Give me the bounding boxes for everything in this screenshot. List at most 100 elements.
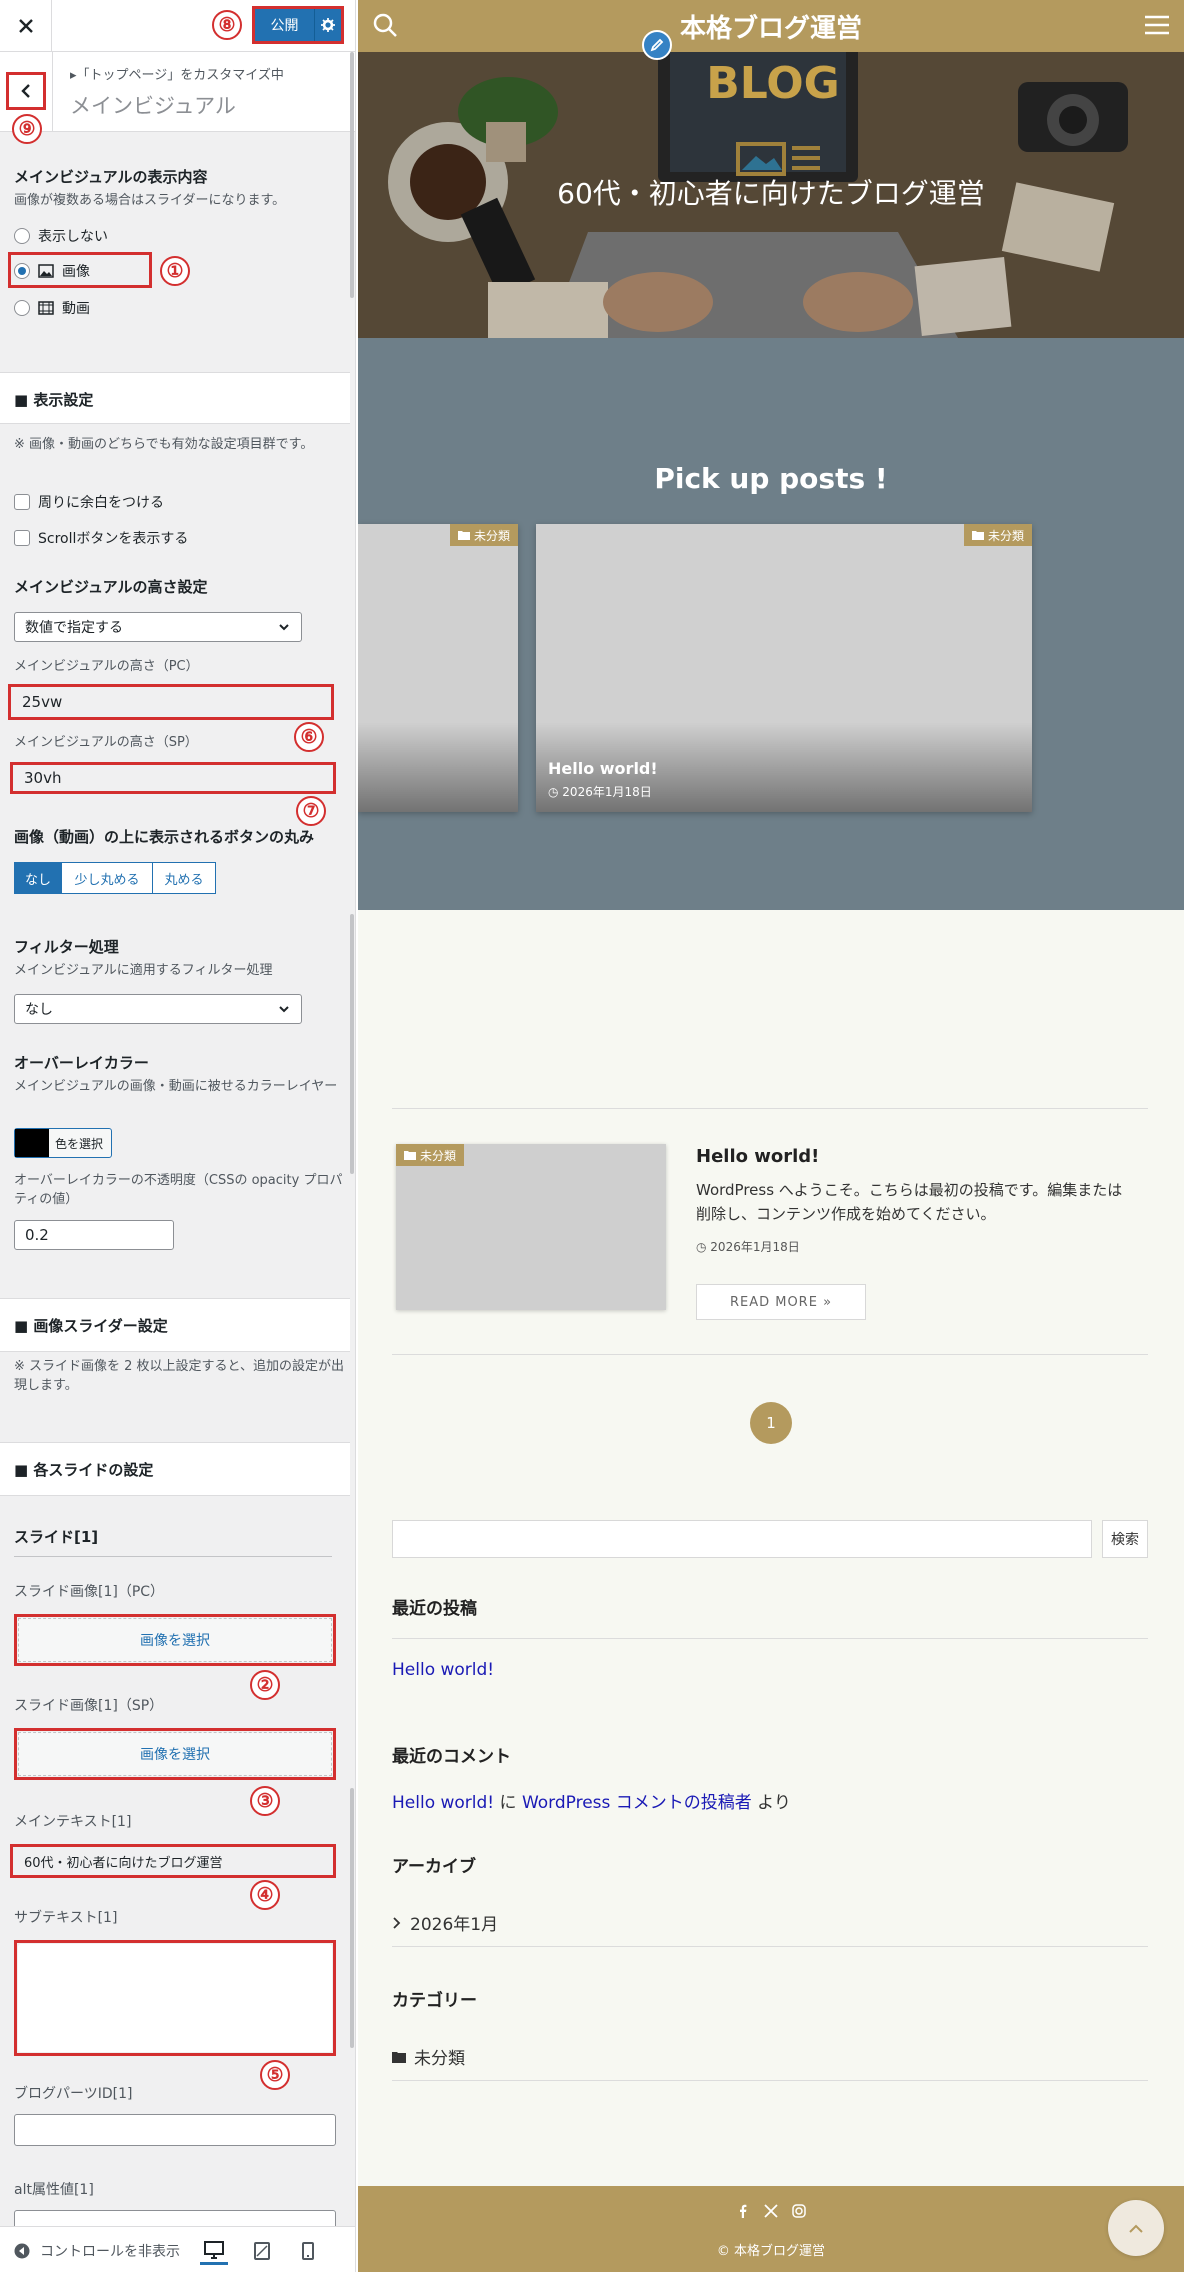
filter-label: フィルター処理	[14, 938, 119, 956]
radio-button[interactable]	[14, 300, 30, 316]
radio-image[interactable]: 画像	[14, 261, 90, 281]
pagination-page-1[interactable]: 1	[750, 1402, 792, 1444]
color-swatch[interactable]	[15, 1129, 49, 1157]
video-icon	[38, 301, 54, 315]
main-text-input[interactable]: 60代・初心者に向けたブログ運営	[14, 1848, 332, 1874]
post-thumbnail[interactable]: 未分類	[396, 1144, 666, 1310]
category-label: 未分類	[987, 528, 1024, 543]
display-content-label: メインビジュアルの表示内容	[14, 168, 208, 186]
site-title[interactable]: 本格ブログ運営	[358, 0, 1184, 52]
recent-comment-item: Hello world! に WordPress コメントの投稿者 より	[392, 1788, 791, 1813]
categories-heading: カテゴリー	[392, 1991, 477, 2011]
card-date-text: 2026年1月18日	[562, 785, 652, 799]
radius-slight-button[interactable]: 少し丸める	[61, 862, 153, 894]
hamburger-menu-icon[interactable]	[1144, 14, 1170, 36]
main-text-label: メインテキスト[1]	[14, 1814, 132, 1830]
back-button[interactable]	[6, 72, 46, 110]
panel-header: ⑧ 公開	[0, 0, 355, 52]
select-image-sp-button[interactable]: 画像を選択	[18, 1732, 332, 1776]
pickup-card[interactable]: 未分類 Hello world! ◷ 2026年1月18日	[536, 524, 1032, 812]
scrollbar-thumb[interactable]	[350, 52, 354, 298]
scrollbar-thumb[interactable]	[350, 914, 354, 1174]
chevron-right-icon	[393, 1916, 401, 1929]
publish-highlight: 公開	[252, 6, 344, 44]
slide-title-divider	[14, 1556, 332, 1557]
parts-id-input[interactable]	[14, 2114, 336, 2146]
post-date: ◷ 2026年1月18日	[696, 1238, 800, 1255]
checkbox[interactable]	[14, 494, 30, 510]
instagram-icon[interactable]	[792, 2204, 806, 2218]
overlay-opacity-input[interactable]: 0.2	[14, 1220, 174, 1250]
pickup-section: Pick up posts ! 未分類 未分類 Hello world! ◷ 2…	[358, 338, 1184, 910]
group-heading-text: ■ 各スライドの設定	[14, 1461, 154, 1479]
read-more-button[interactable]: READ MORE »	[696, 1284, 866, 1320]
close-customizer-button[interactable]	[0, 0, 52, 52]
display-settings-note: ※ 画像・動画のどちらでも有効な設定項目群です。	[14, 437, 314, 452]
divider	[392, 1108, 1148, 1109]
back-to-top-button[interactable]	[1108, 2200, 1164, 2256]
radius-none-button[interactable]: なし	[14, 862, 62, 894]
checkbox-margin[interactable]: 周りに余白をつける	[14, 492, 164, 512]
height-mode-select[interactable]: 数値で指定する	[14, 612, 302, 642]
annotation-badge-3: ③	[250, 1786, 280, 1816]
divider	[392, 1946, 1148, 1947]
mobile-preview-button[interactable]	[294, 2237, 322, 2265]
select-image-pc-button[interactable]: 画像を選択	[18, 1618, 332, 1662]
button-radius-segmented: なし 少し丸める 丸める	[14, 862, 216, 894]
widget-search-button[interactable]: 検索	[1102, 1520, 1148, 1558]
clock-icon: ◷	[548, 785, 563, 799]
panel-footer: コントロールを非表示	[0, 2226, 355, 2272]
category-badge: 未分類	[396, 1144, 465, 1166]
publish-settings-button[interactable]	[315, 9, 341, 41]
folder-icon	[971, 531, 984, 540]
chevron-down-icon	[279, 1006, 289, 1013]
pickup-card[interactable]: 未分類	[358, 524, 518, 812]
filter-select[interactable]: なし	[14, 994, 302, 1024]
height-pc-input[interactable]: 25vw	[12, 688, 328, 716]
scrollbar-thumb[interactable]	[350, 1788, 354, 2048]
category-item-label: 未分類	[414, 2049, 465, 2069]
comment-post-link[interactable]: Hello world!	[392, 1793, 494, 1813]
collapse-controls-button[interactable]: コントロールを非表示	[14, 2241, 180, 2261]
x-icon[interactable]	[764, 2204, 778, 2218]
category-label: 未分類	[420, 1148, 457, 1163]
overlay-color-picker[interactable]: 色を選択	[14, 1128, 112, 1158]
desktop-preview-button[interactable]	[200, 2237, 228, 2265]
publish-button[interactable]: 公開	[255, 9, 315, 41]
checkbox-scroll[interactable]: Scrollボタンを表示する	[14, 528, 188, 548]
checkbox[interactable]	[14, 530, 30, 546]
alt-label: alt属性値[1]	[14, 2182, 94, 2198]
radio-label: 表示しない	[38, 229, 108, 245]
annotation-badge-8: ⑧	[212, 10, 242, 40]
sub-text-textarea[interactable]	[18, 1944, 332, 2052]
post-title[interactable]: Hello world!	[696, 1146, 819, 1167]
archive-label: 2026年1月	[410, 1915, 499, 1935]
facebook-icon[interactable]	[736, 2204, 750, 2218]
collapse-label: コントロールを非表示	[40, 2244, 180, 2260]
comment-author-link[interactable]: WordPress コメントの投稿者	[522, 1793, 752, 1813]
slider-note: ※ スライド画像を 2 枚以上設定すると、追加の設定が出現します。	[14, 1359, 345, 1393]
radius-round-button[interactable]: 丸める	[152, 862, 216, 894]
recent-posts-heading: 最近の投稿	[392, 1599, 477, 1619]
radio-button[interactable]	[14, 228, 30, 244]
customizing-label: ▸「トップページ」をカスタマイズ中	[70, 68, 284, 83]
comment-join: に	[494, 1793, 522, 1813]
button-radius-label: 画像（動画）の上に表示されるボタンの丸み	[14, 828, 315, 846]
slider-settings-heading: ■ 画像スライダー設定	[0, 1298, 350, 1352]
overlay-label: オーバーレイカラー	[14, 1054, 149, 1072]
radio-button-selected[interactable]	[14, 263, 30, 279]
clock-icon: ◷	[696, 1240, 711, 1254]
edit-shortcut-button[interactable]	[642, 30, 672, 60]
archives-heading: アーカイブ	[392, 1857, 476, 1877]
color-select-label[interactable]: 色を選択	[49, 1129, 103, 1157]
tablet-preview-button[interactable]	[248, 2237, 276, 2265]
height-sp-input[interactable]: 30vh	[14, 764, 330, 792]
recent-post-link[interactable]: Hello world!	[392, 1660, 494, 1680]
radio-video[interactable]: 動画	[14, 298, 90, 318]
image-icon	[38, 264, 54, 278]
category-item[interactable]: 未分類	[392, 2044, 465, 2069]
archive-item[interactable]: 2026年1月	[392, 1910, 498, 1935]
radio-hide[interactable]: 表示しない	[14, 226, 108, 246]
widget-search-input[interactable]	[392, 1520, 1092, 1558]
copyright: © 本格ブログ運営	[716, 2244, 826, 2259]
